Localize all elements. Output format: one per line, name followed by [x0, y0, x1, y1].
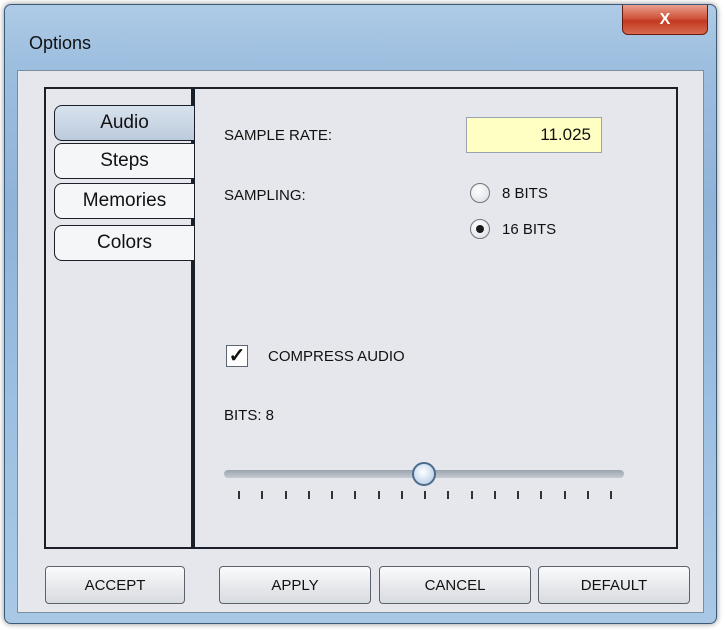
window-title: Options — [29, 33, 92, 53]
slider-tick — [424, 491, 426, 499]
bits-slider-thumb[interactable] — [412, 462, 436, 486]
slider-tick — [331, 491, 333, 499]
slider-tick — [377, 491, 380, 499]
slider-tick — [400, 491, 403, 499]
compress-audio-checkbox[interactable]: ✓ — [226, 345, 248, 367]
apply-button[interactable]: APPLY — [219, 566, 371, 604]
slider-tick — [354, 491, 357, 499]
options-panel: Audio Steps Memories Colors SAMPLE RATE:… — [44, 87, 678, 549]
sample-rate-input[interactable]: 11.025 — [466, 117, 602, 153]
close-button[interactable]: X — [622, 5, 708, 35]
slider-tick — [284, 491, 287, 499]
slider-tick — [517, 491, 519, 499]
slider-tick — [470, 491, 473, 499]
bits-label: BITS: 8 — [224, 407, 275, 424]
dialog-body: Audio Steps Memories Colors SAMPLE RATE:… — [17, 70, 704, 613]
slider-tick — [563, 491, 566, 499]
tab-steps[interactable]: Steps — [54, 143, 194, 179]
slider-tick — [610, 491, 612, 499]
radio-8-bits[interactable] — [470, 183, 490, 203]
radio-16-bits[interactable] — [470, 219, 490, 239]
options-window: Options X Audio Steps Memories Colors SA… — [4, 4, 717, 624]
radio-16-bits-label: 16 BITS — [502, 221, 557, 238]
slider-tick — [261, 491, 264, 499]
cancel-button[interactable]: CANCEL — [379, 566, 531, 604]
compress-audio-label: COMPRESS AUDIO — [268, 348, 405, 365]
accept-button[interactable]: ACCEPT — [45, 566, 185, 604]
default-button[interactable]: DEFAULT — [538, 566, 690, 604]
radio-8-bits-label: 8 BITS — [502, 185, 548, 202]
tab-audio[interactable]: Audio — [54, 105, 194, 141]
sample-rate-label: SAMPLE RATE: — [224, 127, 333, 144]
slider-tick — [238, 491, 240, 499]
tab-memories[interactable]: Memories — [54, 183, 194, 219]
slider-tick — [493, 491, 496, 499]
tab-colors[interactable]: Colors — [54, 225, 194, 261]
slider-tick — [540, 491, 543, 499]
slider-tick — [447, 491, 450, 499]
slider-tick — [586, 491, 589, 499]
slider-tick — [307, 491, 310, 499]
sampling-label: SAMPLING: — [224, 187, 306, 204]
